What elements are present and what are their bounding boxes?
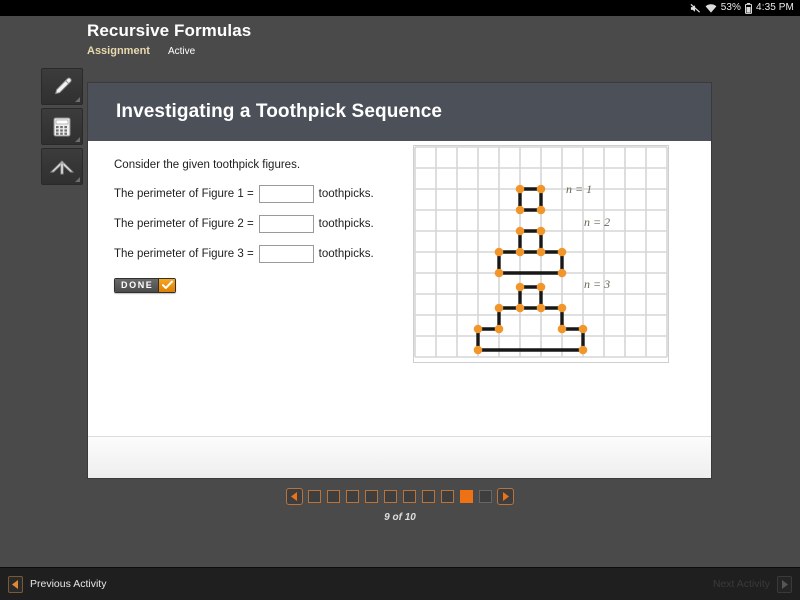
wifi-icon (705, 3, 717, 14)
question-1-suffix: toothpicks. (318, 188, 374, 200)
card-header: Investigating a Toothpick Sequence (88, 83, 711, 141)
previous-activity-label: Previous Activity (30, 578, 107, 590)
triangle-right-icon (777, 575, 792, 593)
figure-n3-sticks (476, 285, 585, 352)
android-status-bar: 53% 4:35 PM (0, 0, 800, 16)
figure-label-n3: n = 3 (584, 277, 610, 291)
figure-n2-sticks (497, 229, 564, 275)
status-badge: Active (167, 46, 196, 57)
clock-time: 4:35 PM (756, 2, 794, 13)
question-2-prefix: The perimeter of Figure 2 = (114, 218, 254, 230)
pagination-dot-4[interactable] (365, 490, 378, 503)
pagination-dot-1[interactable] (308, 490, 321, 503)
question-block: Consider the given toothpick figures. Th… (114, 159, 374, 293)
figure-label-n2: n = 2 (584, 215, 610, 229)
done-button-label: DONE (115, 278, 159, 292)
figure-n1-sticks (518, 187, 543, 212)
next-activity-button[interactable]: Next Activity (712, 575, 792, 593)
pagination-row (286, 488, 514, 505)
chevron-up-icon (49, 156, 75, 178)
pencil-icon (50, 75, 74, 99)
pagination-dot-2[interactable] (327, 490, 340, 503)
question-row-3: The perimeter of Figure 3 = toothpicks. (114, 245, 374, 263)
pagination-next-button[interactable] (497, 488, 514, 505)
page-title-block: Recursive Formulas Assignment Active (87, 21, 251, 57)
battery-icon (745, 2, 753, 14)
tool-rail (41, 68, 83, 185)
triangle-left-icon (291, 488, 298, 506)
triangle-right-icon (502, 488, 509, 506)
question-row-2: The perimeter of Figure 2 = toothpicks. (114, 215, 374, 233)
pagination-dot-7[interactable] (422, 490, 435, 503)
perimeter-figure-3-input[interactable] (258, 245, 314, 263)
done-button[interactable]: DONE (114, 277, 177, 293)
pagination-dot-10[interactable] (479, 490, 492, 503)
check-icon (158, 278, 176, 292)
pagination: 9 of 10 (0, 488, 800, 523)
calculator-tool-button[interactable] (41, 108, 83, 145)
question-2-suffix: toothpicks. (318, 218, 374, 230)
page-subtitle-row: Assignment Active (87, 45, 251, 57)
mute-icon (690, 3, 701, 14)
toothpick-figure: n = 1 n = 2 n = 3 (413, 145, 669, 363)
perimeter-figure-2-input[interactable] (258, 215, 314, 233)
collapse-tool-button[interactable] (41, 148, 83, 185)
card-title: Investigating a Toothpick Sequence (116, 101, 443, 122)
pagination-prev-button[interactable] (286, 488, 303, 505)
activity-nav-bar: Previous Activity Next Activity (0, 567, 800, 600)
pagination-dot-8[interactable] (441, 490, 454, 503)
page-title: Recursive Formulas (87, 21, 252, 40)
pagination-dot-5[interactable] (384, 490, 397, 503)
next-activity-label: Next Activity (712, 578, 770, 590)
question-3-suffix: toothpicks. (318, 248, 374, 260)
figure-label-n1: n = 1 (566, 182, 592, 196)
battery-percent: 53% (720, 2, 742, 13)
triangle-left-icon (8, 575, 23, 593)
card-body: Consider the given toothpick figures. Th… (88, 141, 711, 436)
toothpick-sequence-svg: n = 1 n = 2 n = 3 (414, 146, 668, 358)
question-1-prefix: The perimeter of Figure 1 = (114, 188, 254, 200)
question-row-1: The perimeter of Figure 1 = toothpicks. (114, 185, 374, 203)
activity-card: Investigating a Toothpick Sequence Consi… (87, 82, 712, 479)
app-shell: Recursive Formulas Assignment Active Inv… (0, 16, 800, 567)
marker-tool-button[interactable] (41, 68, 83, 105)
pagination-dot-9[interactable] (460, 490, 473, 503)
question-3-prefix: The perimeter of Figure 3 = (114, 248, 254, 260)
intro-text: Consider the given toothpick figures. (114, 159, 301, 171)
assignment-label: Assignment (87, 45, 150, 57)
previous-activity-button[interactable]: Previous Activity (8, 575, 107, 593)
perimeter-figure-1-input[interactable] (258, 185, 314, 203)
calculator-icon (51, 116, 73, 138)
pagination-count: 9 of 10 (384, 512, 416, 523)
pagination-dot-3[interactable] (346, 490, 359, 503)
card-footer (88, 436, 711, 478)
pagination-dot-6[interactable] (403, 490, 416, 503)
